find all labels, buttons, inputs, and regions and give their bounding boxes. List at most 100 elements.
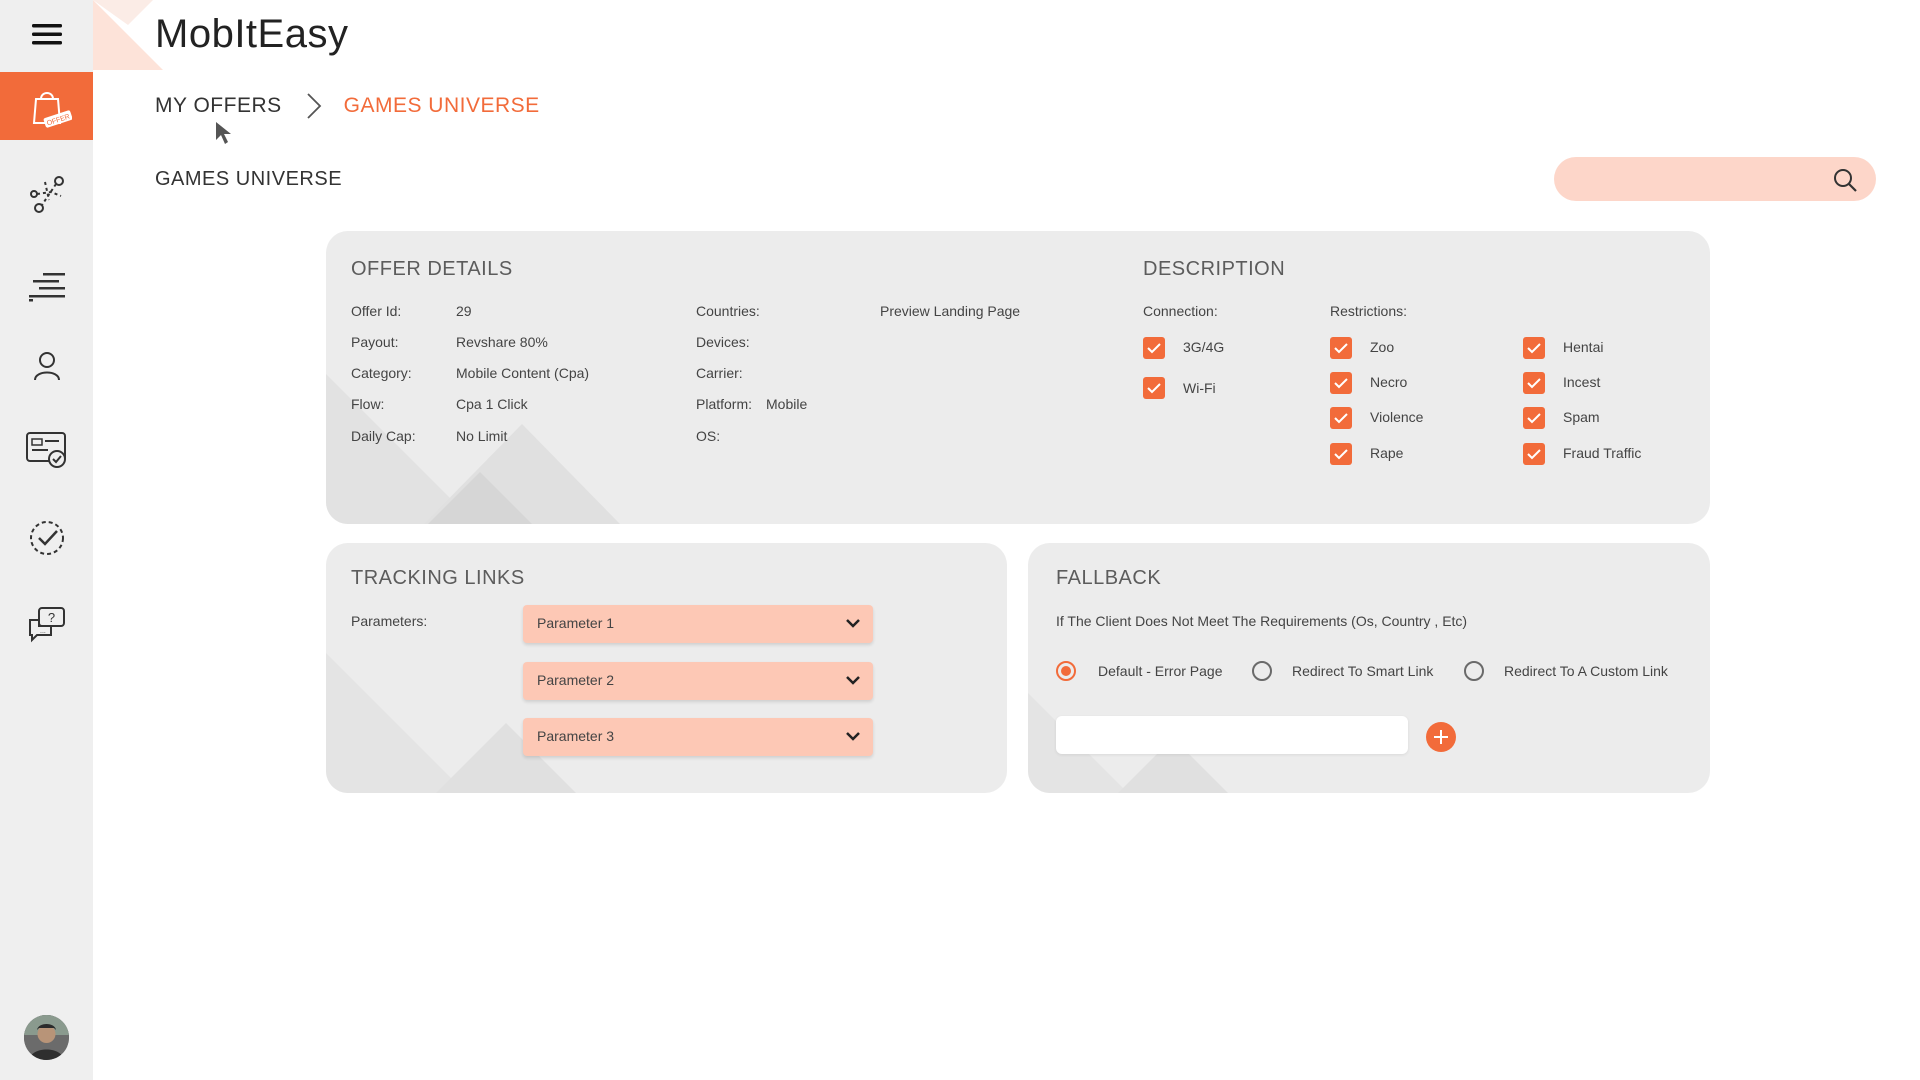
offer-id-label: Offer Id:	[351, 303, 402, 319]
check-icon	[1527, 378, 1541, 389]
network-icon	[29, 176, 64, 213]
parameter-3-value: Parameter 3	[537, 728, 615, 744]
shopping-bag-icon: OFFER	[32, 92, 72, 128]
bars-icon	[28, 273, 65, 302]
search-input[interactable]	[1572, 157, 1826, 203]
menu-button[interactable]	[0, 0, 93, 68]
restrictions-label: Restrictions:	[1330, 303, 1408, 319]
restriction-incest-label: Incest	[1563, 374, 1601, 390]
preview-landing-page-link[interactable]: Preview Landing Page	[880, 303, 1020, 319]
id-card-check-icon	[25, 432, 66, 468]
os-label: OS:	[696, 428, 721, 444]
restriction-rape-label: Rape	[1370, 445, 1404, 461]
svg-text:?: ?	[47, 610, 54, 625]
check-icon	[1527, 413, 1541, 424]
sidebar-item-billing[interactable]	[0, 416, 93, 484]
mouse-cursor-icon	[216, 122, 231, 144]
parameter-1-select[interactable]: Parameter 1	[523, 605, 873, 643]
radio-redirect-custom-link[interactable]	[1464, 661, 1484, 681]
daily-cap-label: Daily Cap:	[351, 428, 416, 444]
connection-label: Connection:	[1143, 303, 1218, 319]
checkbox-wifi[interactable]	[1143, 377, 1165, 399]
restriction-hentai-label: Hentai	[1563, 339, 1604, 355]
question-chat-icon: ? ...	[28, 607, 65, 643]
checkbox-rape[interactable]	[1330, 443, 1352, 465]
countries-label: Countries:	[696, 303, 760, 319]
payout-label: Payout:	[351, 334, 399, 350]
category-label: Category:	[351, 365, 412, 381]
platform-value: Mobile	[766, 396, 808, 412]
restriction-zoo-label: Zoo	[1370, 339, 1395, 355]
description-title: DESCRIPTION	[1143, 258, 1286, 280]
check-icon	[1334, 378, 1348, 389]
chevron-right-icon	[306, 92, 322, 120]
option-redirect-custom-link-label[interactable]: Redirect To A Custom Link	[1504, 663, 1668, 679]
restriction-fraud-traffic-label: Fraud Traffic	[1563, 445, 1642, 461]
sidebar-item-profile[interactable]	[0, 332, 93, 400]
category-value: Mobile Content (Cpa)	[456, 365, 590, 381]
add-link-button[interactable]	[1426, 722, 1456, 752]
flow-label: Flow:	[351, 396, 385, 412]
check-icon	[1334, 449, 1348, 460]
sidebar-item-reports[interactable]	[0, 252, 93, 320]
search-bar	[1554, 157, 1876, 203]
carrier-label: Carrier:	[696, 365, 743, 381]
option-default-error-page-label[interactable]: Default - Error Page	[1098, 663, 1223, 679]
restriction-violence-label: Violence	[1370, 409, 1424, 425]
app-title: MobItEasy	[155, 12, 349, 56]
checkbox-fraud-traffic[interactable]	[1523, 443, 1545, 465]
chevron-down-icon	[846, 676, 860, 685]
check-icon	[1527, 449, 1541, 460]
parameter-3-select[interactable]: Parameter 3	[523, 718, 873, 756]
svg-text:...: ...	[40, 628, 46, 635]
user-avatar-icon	[24, 1015, 69, 1060]
parameter-1-value: Parameter 1	[537, 615, 615, 631]
platform-label: Platform:	[696, 396, 753, 412]
payout-value: Revshare 80%	[456, 334, 548, 350]
avatar[interactable]	[24, 1015, 69, 1060]
tracking-links-title: TRACKING LINKS	[351, 567, 525, 589]
flow-value: Cpa 1 Click	[456, 396, 528, 412]
check-icon	[1334, 343, 1348, 354]
fallback-description: If The Client Does Not Meet The Requirem…	[1056, 613, 1468, 629]
custom-link-input[interactable]	[1056, 716, 1408, 754]
connection-wifi-label: Wi-Fi	[1183, 380, 1216, 396]
tracking-links-card: TRACKING LINKS Parameters: Parameter 1 P…	[326, 543, 1007, 793]
option-redirect-smart-link-label[interactable]: Redirect To Smart Link	[1292, 663, 1433, 679]
checkbox-spam[interactable]	[1523, 407, 1545, 429]
sidebar-item-approvals[interactable]	[0, 504, 93, 572]
breadcrumb-current: GAMES UNIVERSE	[343, 94, 540, 117]
radio-default-error-page[interactable]	[1056, 661, 1076, 681]
radio-redirect-smart-link[interactable]	[1252, 661, 1272, 681]
sidebar: OFFER ? ...	[0, 0, 93, 1080]
checkbox-3g-4g[interactable]	[1143, 337, 1165, 359]
chevron-down-icon	[846, 619, 860, 628]
check-icon	[1147, 343, 1161, 354]
daily-cap-value: No Limit	[456, 428, 508, 444]
checkbox-zoo[interactable]	[1330, 337, 1352, 359]
checkbox-incest[interactable]	[1523, 372, 1545, 394]
dashed-check-circle-icon	[29, 521, 64, 555]
checkbox-violence[interactable]	[1330, 407, 1352, 429]
parameter-2-select[interactable]: Parameter 2	[523, 662, 873, 700]
sidebar-item-network[interactable]	[0, 160, 93, 228]
sidebar-item-offers[interactable]: OFFER	[0, 72, 93, 140]
card-decoration	[326, 374, 620, 524]
checkbox-hentai[interactable]	[1523, 337, 1545, 359]
restriction-spam-label: Spam	[1563, 409, 1600, 425]
parameters-label: Parameters:	[351, 613, 428, 629]
connection-3g-4g-label: 3G/4G	[1183, 339, 1225, 355]
fallback-card: FALLBACK If The Client Does Not Meet The…	[1028, 543, 1710, 793]
breadcrumb-my-offers[interactable]: MY OFFERS	[155, 94, 282, 118]
search-icon[interactable]	[1832, 167, 1858, 193]
offer-details-title: OFFER DETAILS	[351, 258, 513, 280]
checkbox-necro[interactable]	[1330, 372, 1352, 394]
chevron-down-icon	[846, 732, 860, 741]
offer-id-value: 29	[456, 303, 472, 319]
check-icon	[1147, 383, 1161, 394]
breadcrumb: MY OFFERS GAMES UNIVERSE	[155, 92, 540, 120]
check-icon	[1527, 343, 1541, 354]
sidebar-item-support[interactable]: ? ...	[0, 590, 93, 658]
user-icon	[33, 352, 60, 381]
hamburger-menu-icon	[31, 24, 62, 45]
